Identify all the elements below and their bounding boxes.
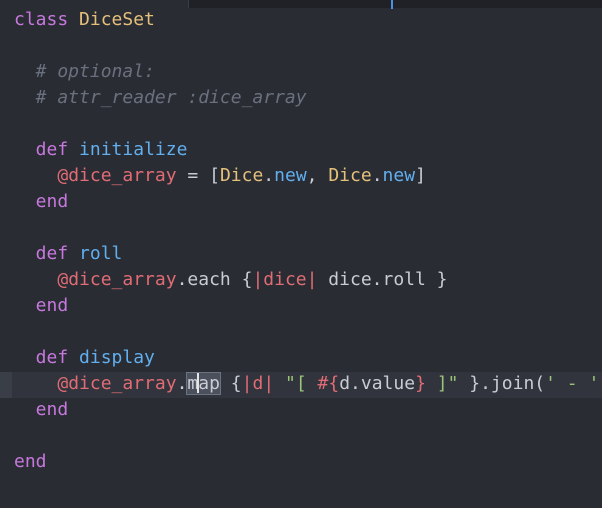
code-line[interactable]: def display [14,345,602,371]
code-line[interactable] [14,215,602,241]
code-token: end [14,191,69,212]
code-token: initialize [79,139,188,160]
code-token: ' - ' [545,373,600,394]
code-token: roll [79,243,123,264]
code-token: Dice [219,165,264,186]
code-token: # attr_reader :dice_array [14,87,307,108]
code-line[interactable]: end [14,449,602,475]
code-line[interactable]: def initialize [14,137,602,163]
code-token: @dice_array [57,165,177,186]
code-token: class [14,9,69,30]
code-line[interactable]: end [14,397,602,423]
code-token: ]" [425,373,459,394]
code-token: dice.roll } [317,269,448,290]
code-line[interactable]: end [14,293,602,319]
code-token: . [176,373,188,394]
selected-token: map [186,372,221,395]
code-area[interactable]: class DiceSet # optional: # attr_reader … [14,7,602,475]
code-token: @dice_array [57,373,177,394]
code-token: } [415,373,426,394]
code-token: , [306,165,329,186]
code-token: = [ [176,165,220,186]
code-line[interactable]: @dice_array = [Dice.new, Dice.new] [14,163,602,189]
code-line[interactable]: @dice_array.each {|dice| dice.roll } [14,267,602,293]
code-token: { [219,373,242,394]
code-token: |d| [241,373,275,394]
code-line[interactable]: # attr_reader :dice_array [14,85,602,111]
code-line[interactable]: def roll [14,241,602,267]
code-token: DiceSet [79,9,155,30]
code-token: @dice_array [57,269,177,290]
code-token: def [14,139,69,160]
code-token: end [14,295,69,316]
code-line[interactable] [14,33,602,59]
code-line[interactable]: @dice_array.map {|d| "[ #{d.value} ]" }.… [14,371,602,397]
code-token: . [263,165,275,186]
code-line[interactable]: end [14,189,602,215]
code-token: }.join( [458,373,546,394]
code-token: # optional: [14,61,155,82]
code-token: end [14,451,47,472]
code-editor[interactable]: class DiceSet # optional: # attr_reader … [0,0,602,508]
code-token: end [14,399,69,420]
code-token: "[ [285,373,318,394]
code-token: ] [415,165,426,186]
code-token: def [14,243,69,264]
code-line[interactable] [14,423,602,449]
code-token: new [274,165,307,186]
code-token: display [79,347,155,368]
gutter-current-line-marker [0,372,12,398]
code-line[interactable] [14,319,602,345]
selected-token-part: ap [198,373,220,394]
code-token: def [14,347,69,368]
code-token: new [382,165,416,186]
code-line[interactable] [14,111,602,137]
code-token: .each { [176,269,253,290]
code-token: d.value [339,373,416,394]
code-token: . [371,165,383,186]
code-token: #{ [317,373,340,394]
code-token: Dice [328,165,372,186]
code-line[interactable]: class DiceSet [14,7,602,33]
code-line[interactable]: # optional: [14,59,602,85]
code-token: |dice| [252,269,318,290]
